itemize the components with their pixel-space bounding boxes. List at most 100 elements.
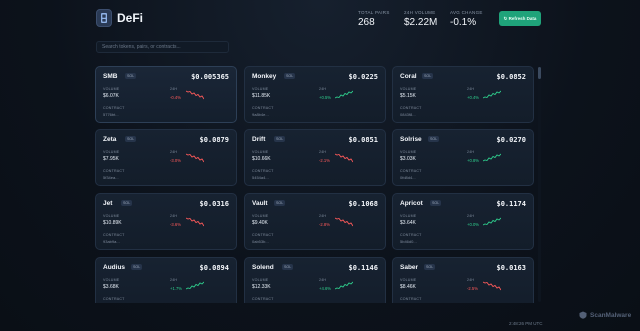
token-name: Apricot [400, 200, 423, 207]
refresh-data-button[interactable]: ↻ Refresh Data [499, 11, 541, 26]
volume-label: VOLUME [103, 87, 120, 91]
stat-value: -0.1% [450, 17, 477, 28]
contract-label: CONTRACT [252, 106, 274, 110]
volume-value: $11.85K [252, 93, 271, 99]
volume-label: VOLUME [252, 278, 269, 282]
change-label: 24H [319, 150, 327, 154]
volume-value: $6.07K [103, 93, 119, 99]
chain-badge: SOL [125, 136, 137, 142]
token-card[interactable]: Saber SOL $0.0163 VOLUME $8.46K 24H -2.5… [392, 257, 534, 303]
contract-label: CONTRACT [400, 169, 422, 173]
token-price: $0.0270 [496, 136, 526, 144]
contract-label: CONTRACT [400, 106, 422, 110]
watermark-logo-icon [579, 311, 587, 319]
chain-badge: SOL [428, 136, 440, 142]
token-name: Solrise [400, 136, 422, 143]
volume-label: VOLUME [252, 87, 269, 91]
token-name: Audius [103, 264, 126, 271]
token-name: Monkey [252, 73, 277, 80]
token-price: $0.0851 [348, 136, 378, 144]
token-card[interactable]: Drift SOL $0.0851 VOLUME $10.66K 24H -2.… [244, 129, 386, 186]
volume-label: VOLUME [103, 150, 120, 154]
volume-label: VOLUME [103, 214, 120, 218]
contract-value: 0843f8... [400, 112, 416, 117]
token-card[interactable]: Solrise SOL $0.0270 VOLUME $3.03K 24H +0… [392, 129, 534, 186]
volume-label: VOLUME [400, 278, 417, 282]
token-card[interactable]: Coral SOL $0.0852 VOLUME $5.15K 24H +0.4… [392, 66, 534, 123]
app-logo-icon [96, 9, 112, 27]
token-card[interactable]: SMB SOL $0.005365 VOLUME $6.07K 24H -0.4… [95, 66, 237, 123]
change-value: -3.0% [170, 158, 181, 163]
token-card[interactable]: Jet SOL $0.0316 VOLUME $10.89K 24H -3.6%… [95, 193, 237, 250]
change-value: -3.6% [170, 222, 181, 227]
token-card[interactable]: Apricot SOL $0.1174 VOLUME $3.64K 24H +0… [392, 193, 534, 250]
volume-label: VOLUME [400, 214, 417, 218]
change-label: 24H [467, 87, 475, 91]
token-price: $0.0316 [199, 200, 229, 208]
chain-badge: SOL [274, 136, 286, 142]
watermark: ScanMalware [579, 311, 631, 319]
sparkline-chart [483, 281, 501, 291]
contract-value: 5776bt... [103, 112, 119, 117]
sparkline-chart [186, 281, 204, 290]
token-card[interactable]: Vault SOL $0.1068 VOLUME $9.40K 24H -2.8… [244, 193, 386, 250]
chain-badge: SOL [121, 200, 133, 206]
header: DeFi TOTAL PAIRS 268 24H VOLUME $2.22M A… [0, 0, 640, 38]
token-price: $0.005365 [191, 73, 229, 81]
contract-value: 5f34ea... [103, 175, 119, 180]
volume-value: $5.15K [400, 93, 416, 99]
scrollbar-track[interactable] [538, 66, 541, 302]
change-value: +0.5% [319, 95, 331, 100]
contract-label: CONTRACT [252, 233, 274, 237]
token-price: $0.0852 [496, 73, 526, 81]
contract-value: 9a8b4e... [252, 112, 269, 117]
watermark-text: ScanMalware [590, 311, 632, 319]
contract-label: CONTRACT [103, 233, 125, 237]
stat-avg-change: AVG CHANGE -0.1% [450, 10, 483, 28]
token-price: $0.0225 [348, 73, 378, 81]
change-label: 24H [319, 278, 327, 282]
token-name: Solend [252, 264, 274, 271]
change-value: +0.4% [467, 95, 479, 100]
change-label: 24H [170, 87, 178, 91]
change-value: +0.0% [467, 222, 479, 227]
stat-total-pairs: TOTAL PAIRS 268 [358, 10, 390, 28]
change-value: +1.7% [170, 286, 182, 291]
token-card[interactable]: Zeta SOL $0.0879 VOLUME $7.95K 24H -3.0%… [95, 129, 237, 186]
scrollbar-thumb[interactable] [538, 67, 541, 79]
volume-value: $3.64K [400, 220, 416, 226]
chain-badge: SOL [284, 73, 296, 79]
token-name: Vault [252, 200, 268, 207]
volume-label: VOLUME [400, 150, 417, 154]
token-price: $0.0163 [496, 264, 526, 272]
search-input[interactable] [96, 41, 229, 53]
change-label: 24H [467, 214, 475, 218]
volume-label: VOLUME [103, 278, 120, 282]
contract-label: CONTRACT [252, 297, 274, 301]
token-card-grid: SMB SOL $0.005365 VOLUME $6.07K 24H -0.4… [95, 66, 542, 303]
token-name: Jet [103, 200, 113, 207]
volume-value: $7.95K [103, 156, 119, 162]
volume-value: $8.46K [400, 284, 416, 290]
contract-label: CONTRACT [400, 233, 422, 237]
token-price: $0.0894 [199, 264, 229, 272]
token-card[interactable]: Monkey SOL $0.0225 VOLUME $11.85K 24H +0… [244, 66, 386, 123]
chain-badge: SOL [430, 200, 442, 206]
volume-label: VOLUME [252, 150, 269, 154]
change-label: 24H [467, 278, 475, 282]
sparkline-chart [335, 217, 353, 227]
token-card[interactable]: Audius SOL $0.0894 VOLUME $3.68K 24H +1.… [95, 257, 237, 303]
change-label: 24H [467, 150, 475, 154]
sparkline-chart [335, 281, 353, 290]
contract-label: CONTRACT [103, 297, 125, 301]
sparkline-chart [483, 90, 501, 99]
chain-badge: SOL [131, 264, 143, 270]
token-card[interactable]: Solend SOL $0.1146 VOLUME $12.33K 24H +4… [244, 257, 386, 303]
change-value: +4.6% [319, 286, 331, 291]
contract-value: 5454a4... [252, 175, 269, 180]
chain-badge: SOL [274, 200, 286, 206]
token-name: Coral [400, 73, 417, 80]
sparkline-chart [186, 153, 204, 163]
chain-badge: SOL [424, 264, 436, 270]
change-label: 24H [319, 214, 327, 218]
